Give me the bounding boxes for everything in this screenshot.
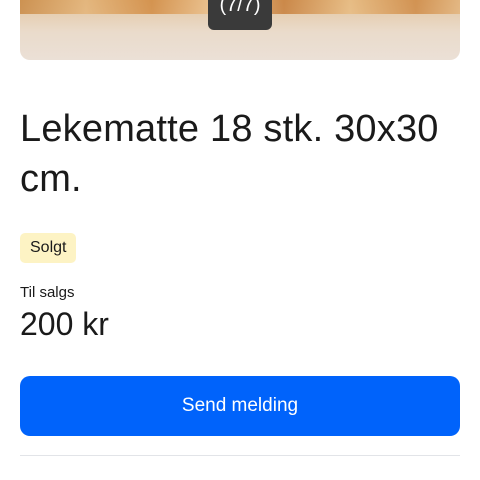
listing-page: (7/7) Lekematte 18 stk. 30x30 cm. Solgt … (0, 0, 480, 480)
price-label: Til salgs (20, 284, 75, 301)
price-value: 200 kr (20, 306, 109, 342)
status-badge: Solgt (20, 233, 77, 263)
image-counter-badge: (7/7) (208, 0, 272, 30)
send-message-button[interactable]: Send melding (20, 376, 460, 436)
divider (20, 455, 460, 456)
listing-title: Lekematte 18 stk. 30x30 cm. (20, 108, 439, 200)
